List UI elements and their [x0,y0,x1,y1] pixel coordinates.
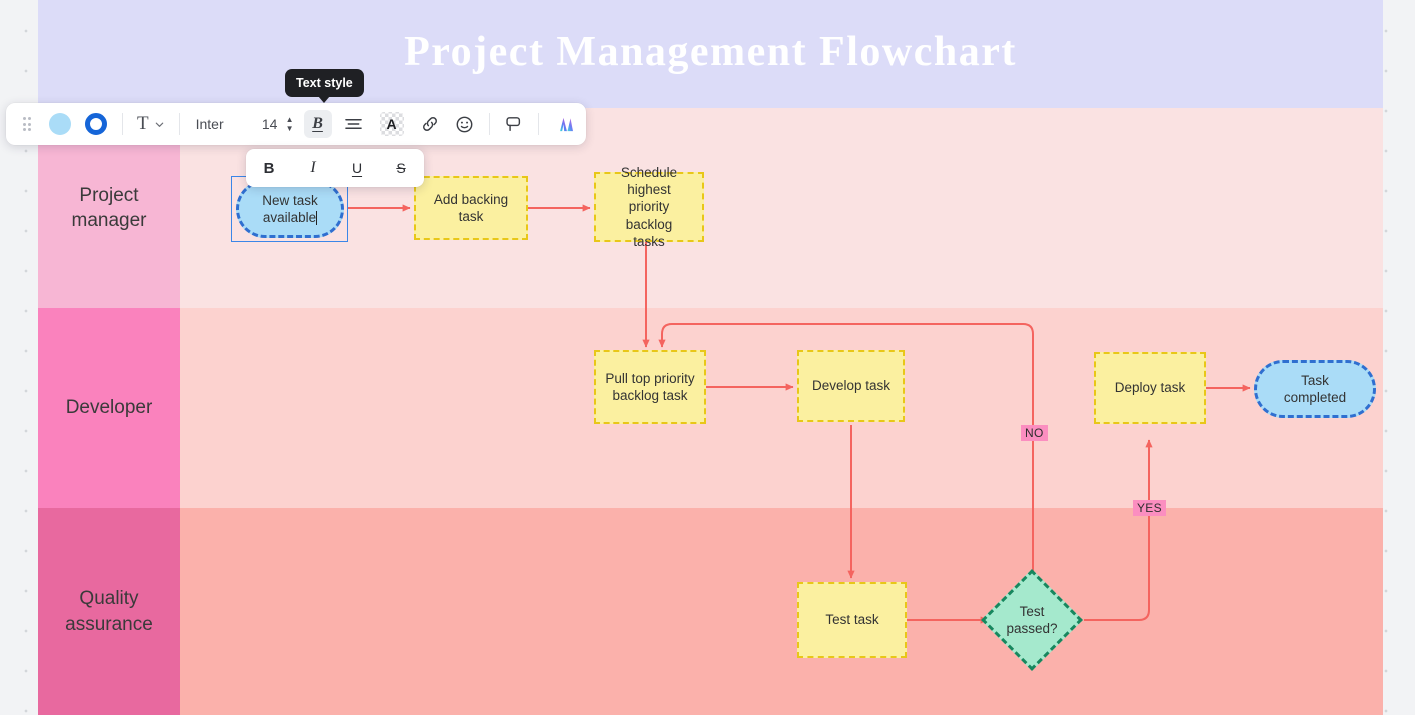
text-color-button[interactable]: A [376,110,408,138]
text-type-button[interactable]: T [133,110,169,138]
bold-icon: B [263,159,275,177]
submenu-underline-button[interactable]: U [344,155,370,181]
link-button[interactable] [416,110,444,138]
edge-label-yes: YES [1133,500,1166,516]
swimlane-header-quality-assurance[interactable]: Quality assurance [38,508,180,715]
title-band: Project Management Flowchart [38,0,1383,108]
text-cursor [316,210,318,225]
diamond-label: Test passed? [996,584,1068,656]
text-style-submenu[interactable]: B I U S [246,149,424,187]
swimlane-label-line2: manager [71,210,147,231]
ai-assistant-button[interactable] [549,110,578,138]
node-label-line2: backlog task [612,388,688,403]
chevron-down-icon [155,122,163,127]
node-label-line1: Test [1019,603,1045,619]
node-label-line1: New task [262,192,318,208]
bold-button[interactable]: B [303,110,332,138]
node-label-line1: Schedule highest [620,164,678,198]
swimlane-body-quality-assurance[interactable] [180,508,1383,715]
text-align-button[interactable] [340,110,368,138]
format-toolbar[interactable]: T Inter 14 ▲ ▼ B A [6,103,586,145]
toolbar-divider [122,113,123,135]
fill-color-swatch[interactable] [49,113,71,135]
node-label-line2: available [262,210,317,225]
font-size-input[interactable]: 14 [256,110,284,138]
node-label: Deploy task [1114,380,1186,396]
border-color-swatch[interactable] [85,113,107,135]
stepper-down-icon[interactable]: ▼ [286,125,294,133]
submenu-strikethrough-button[interactable]: S [388,155,414,181]
toolbar-divider [488,113,490,135]
stepper-up-icon[interactable]: ▲ [286,116,294,124]
node-label-line2: completed [1283,390,1347,405]
strikethrough-icon: S [396,160,406,176]
node-label-line1: Task [1301,372,1329,388]
node-label: Develop task [811,378,891,394]
node-pull-top-priority-backlog-task[interactable]: Pull top priority backlog task [594,350,706,424]
node-label: Test task [825,612,879,628]
text-type-icon: T [137,113,149,134]
font-family-select[interactable]: Inter [190,110,230,138]
tooltip-text-style: Text style [285,69,364,103]
edge-label-no: NO [1021,425,1048,441]
emoji-smiley-icon [456,116,473,132]
node-schedule-highest-priority[interactable]: Schedule highest priority backlog tasks [594,165,704,249]
node-label-line2: passed? [1006,621,1058,636]
node-new-task-available[interactable]: New task available [236,180,344,238]
bold-icon: B [312,115,323,132]
node-develop-task[interactable]: Develop task [797,350,905,422]
comment-bubble-icon [506,117,521,132]
font-size-stepper[interactable]: ▲ ▼ [286,116,294,133]
swimlane-header-developer[interactable]: Developer [38,308,180,508]
node-test-passed-decision[interactable]: Test passed? [981,569,1083,671]
node-label-line3: tasks [633,233,665,249]
ai-sparkle-icon [559,117,573,131]
link-icon [422,117,437,131]
node-add-backing-task[interactable]: Add backing task [414,176,528,240]
node-label-line1: Pull top priority [605,370,695,386]
page-title: Project Management Flowchart [404,29,1017,75]
canvas-root: Project Management Flowchart Project man… [0,0,1415,715]
toolbar-drag-handle[interactable] [14,103,40,145]
node-task-completed[interactable]: Task completed [1254,360,1376,418]
emoji-button[interactable] [451,110,479,138]
toolbar-divider [178,113,180,135]
swimlane-label-line1: Project [79,184,139,206]
text-highlight-icon: A [379,112,404,136]
node-label: Add backing task [433,191,509,224]
node-label-line2: priority backlog [625,199,673,232]
toolbar-divider [537,113,539,135]
italic-icon: I [310,159,316,176]
submenu-bold-button[interactable]: B [256,155,282,181]
underline-icon: U [351,160,363,176]
align-center-icon [345,119,362,129]
swimlane-label-line2: assurance [65,613,153,635]
comment-button[interactable] [500,110,528,138]
swimlane-label-line1: Quality [79,588,139,610]
swimlane-quality-assurance[interactable]: Quality assurance [38,508,1383,715]
node-test-task[interactable]: Test task [797,582,907,658]
swimlane-label-line1: Developer [65,397,153,419]
node-deploy-task[interactable]: Deploy task [1094,352,1206,424]
submenu-italic-button[interactable]: I [300,155,326,181]
grip-dots-icon [22,117,32,131]
